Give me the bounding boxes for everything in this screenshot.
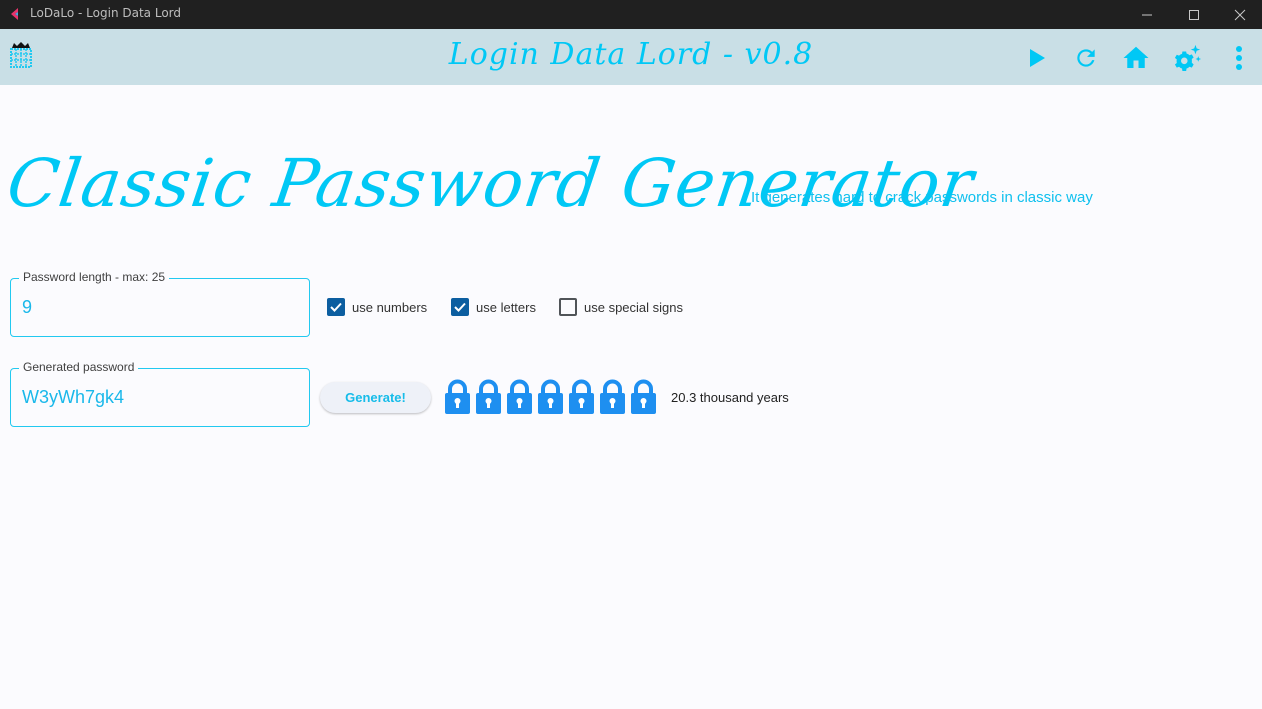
lock-icon [569,379,594,414]
close-icon [1234,9,1246,20]
maximize-icon [1189,9,1199,20]
checkmark-icon [330,302,342,312]
checkmark-icon [454,302,466,312]
more-options-button[interactable] [1224,43,1254,73]
refresh-icon [1077,49,1095,67]
strength-indicator [444,379,657,415]
page-heading: Classic Password Generator [2,145,979,222]
app-bar: Login Data Lord - v0.8 [0,29,1262,85]
refresh-button[interactable] [1071,43,1101,73]
more-vertical-icon [1236,46,1242,70]
close-button[interactable] [1217,0,1262,29]
use-letters-checkbox[interactable]: use letters [451,298,536,316]
checkbox-label: use numbers [352,299,428,315]
home-icon [1123,46,1149,68]
main-content: Classic Password Generator It generates … [0,85,1262,709]
password-length-input[interactable] [22,297,292,318]
crack-time-estimate: 20.3 thousand years [671,390,789,405]
home-button[interactable] [1121,43,1151,73]
checkbox-box[interactable] [559,298,577,316]
page-subtitle: It generates hard to crack passwords in … [751,189,1093,206]
minimize-icon [1142,14,1152,15]
generated-password-input[interactable] [22,387,292,408]
lock-icon [600,379,625,414]
minimize-button[interactable] [1124,0,1170,29]
lock-icon [445,379,470,414]
settings-button[interactable] [1172,43,1202,73]
checkbox-box[interactable] [327,298,345,316]
generate-button[interactable]: Generate! [320,382,431,413]
password-length-field[interactable]: Password length - max: 25 [10,270,310,337]
lock-icon [538,379,563,414]
checkbox-box[interactable] [451,298,469,316]
maximize-button[interactable] [1171,0,1217,29]
lock-icon [631,379,656,414]
use-special-signs-checkbox[interactable]: use special signs [559,298,683,316]
generated-password-field[interactable]: Generated password [10,360,310,427]
window-titlebar: LoDaLo - Login Data Lord [0,0,1262,29]
checkbox-label: use special signs [584,299,683,315]
lock-icon [507,379,532,414]
play-button[interactable] [1021,43,1051,73]
generated-password-label: Generated password [19,360,139,374]
settings-sparkle-icon [1174,44,1202,71]
play-icon [1030,49,1045,67]
password-length-label: Password length - max: 25 [19,270,170,284]
lock-icon [476,379,501,414]
window-title: LoDaLo - Login Data Lord [30,6,181,20]
app-icon [11,8,18,20]
use-numbers-checkbox[interactable]: use numbers [327,298,427,316]
checkbox-label: use letters [476,299,536,315]
